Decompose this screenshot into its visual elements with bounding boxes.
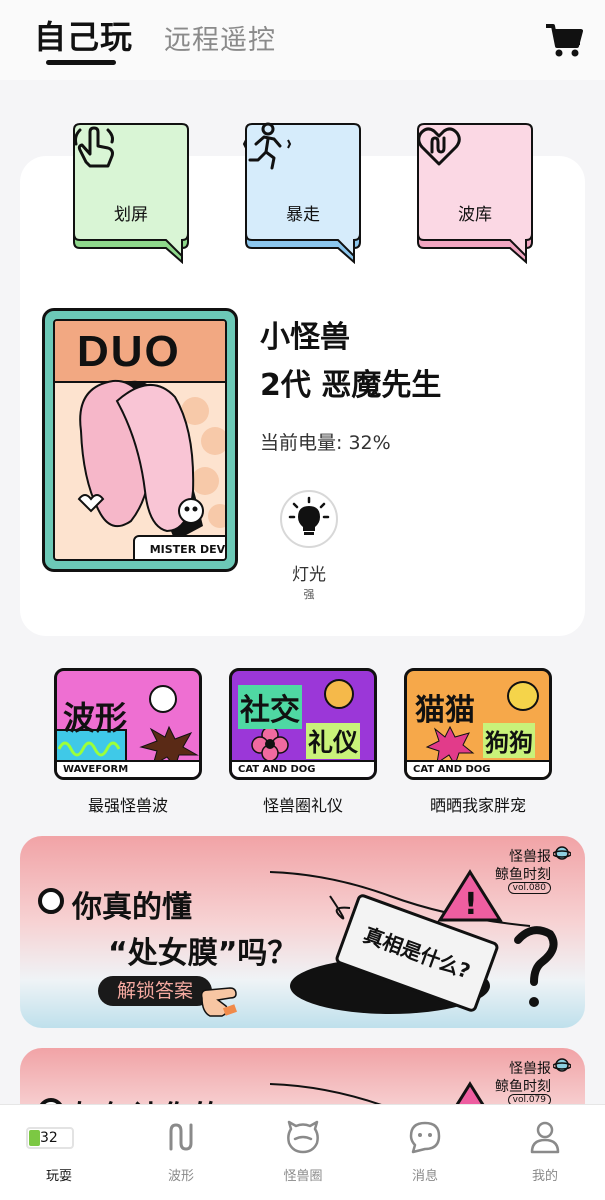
nav-item-monster-circle[interactable]: 怪兽圈 <box>268 1119 338 1189</box>
feature-caption-waveform[interactable]: 最强怪兽波 <box>48 792 208 816</box>
feature-tile-title: 社交 <box>238 685 302 729</box>
feature-tile-title: 猫猫 <box>415 693 475 728</box>
light-label: 灯光 <box>292 565 326 585</box>
nav-item-play[interactable]: 32 玩耍 <box>24 1119 94 1189</box>
device-name-line1: 小怪兽 <box>260 320 350 355</box>
light-level: 强 <box>303 588 315 601</box>
waving-hand-icon <box>324 679 354 709</box>
nav-label: 玩耍 <box>45 1169 72 1184</box>
feature-tile-subtitle: 礼仪 <box>306 723 361 759</box>
mode-rampage-label: 暴走 <box>286 205 320 225</box>
banner-volume-badge: vol.080 <box>507 882 551 894</box>
bullet-circle <box>38 888 64 914</box>
user-icon <box>530 1121 560 1154</box>
planet-icon <box>553 846 571 860</box>
nav-item-profile[interactable]: 我的 <box>510 1119 580 1189</box>
flower-icon <box>251 726 289 762</box>
battery-icon: 32 <box>26 1127 74 1149</box>
light-bulb-icon <box>288 496 330 535</box>
device-name-line2: 2代 恶魔先生 <box>260 368 442 403</box>
product-poster-image[interactable]: DUO MISTER DEVIL <box>42 308 238 572</box>
feature-tile-subtitle: 狗狗 <box>483 723 535 758</box>
unlock-answer-button[interactable]: 解锁答案 <box>98 976 212 1006</box>
nav-label: 消息 <box>411 1169 438 1184</box>
planet-icon <box>553 1058 571 1072</box>
bottom-navigation: 32 玩耍 波形 怪兽圈 消息 我的 <box>0 1104 605 1200</box>
mode-wave-library-label: 波库 <box>458 205 492 225</box>
nav-item-waveform[interactable]: 波形 <box>146 1119 216 1189</box>
battery-number: 32 <box>40 1130 58 1146</box>
feature-caption-social[interactable]: 怪兽圈礼仪 <box>223 792 383 816</box>
battery-level-text: 当前电量: 32% <box>260 432 391 454</box>
feature-tile-bar: CAT AND DOG <box>232 760 374 777</box>
device-illustration <box>77 379 225 541</box>
joystick-icon <box>149 685 177 713</box>
poster-badge: MISTER DEVIL <box>133 535 225 559</box>
wave-icon <box>169 1123 193 1151</box>
feature-tile-waveform[interactable]: 波形 WAVEFORM <box>54 668 202 780</box>
article-banner-1[interactable]: 你真的懂 “处女膜”吗？ 解锁答案 ! 真相是什么? 怪兽报 鲸鱼时刻 vol.… <box>20 836 585 1028</box>
shopping-cart-icon[interactable] <box>544 22 584 58</box>
feature-caption-pets[interactable]: 晒晒我家胖宠 <box>398 792 558 816</box>
banner-headline-line1: 你真的懂 <box>72 890 192 925</box>
feature-tile-social[interactable]: 社交 礼仪 CAT AND DOG <box>229 668 377 780</box>
swipe-hand-icon <box>74 126 114 168</box>
light-toggle-button[interactable] <box>280 490 338 548</box>
mode-rampage-button[interactable]: 暴走 <box>242 122 364 264</box>
top-header: 自己玩 远程遥控 <box>0 0 605 80</box>
feature-tile-bar: WAVEFORM <box>57 760 199 777</box>
svg-text:!: ! <box>464 887 478 922</box>
nav-label: 我的 <box>531 1169 558 1184</box>
feature-tile-bar: CAT AND DOG <box>407 760 549 777</box>
banner-brand-line1: 怪兽报 <box>509 849 551 865</box>
poster-background: DUO MISTER DEVIL <box>53 319 227 561</box>
nav-label: 怪兽圈 <box>283 1169 323 1184</box>
tab-remote-control[interactable]: 远程遥控 <box>164 18 276 57</box>
mode-wave-library-button[interactable]: 波库 <box>414 122 536 264</box>
feature-tile-title: 波形 <box>63 699 128 737</box>
banner-brand-line2: 鲸鱼时刻 <box>495 867 551 883</box>
running-person-icon <box>242 122 292 170</box>
pointing-hand-icon <box>200 987 238 1017</box>
monster-face-icon <box>287 1120 319 1154</box>
active-tab-indicator <box>46 60 116 65</box>
chat-bubble-icon <box>409 1121 441 1154</box>
battery-fill <box>29 1130 40 1146</box>
mode-swipe-button[interactable]: 划屏 <box>70 122 192 264</box>
mode-swipe-label: 划屏 <box>114 205 148 225</box>
burst-shape <box>425 725 475 765</box>
heart-wave-icon <box>417 127 461 166</box>
feature-tile-pets[interactable]: 猫猫 狗狗 CAT AND DOG <box>404 668 552 780</box>
nav-label: 波形 <box>167 1169 194 1184</box>
nav-item-messages[interactable]: 消息 <box>390 1119 460 1189</box>
cat-face-icon <box>507 681 539 711</box>
tab-play-self[interactable]: 自己玩 <box>34 12 133 58</box>
